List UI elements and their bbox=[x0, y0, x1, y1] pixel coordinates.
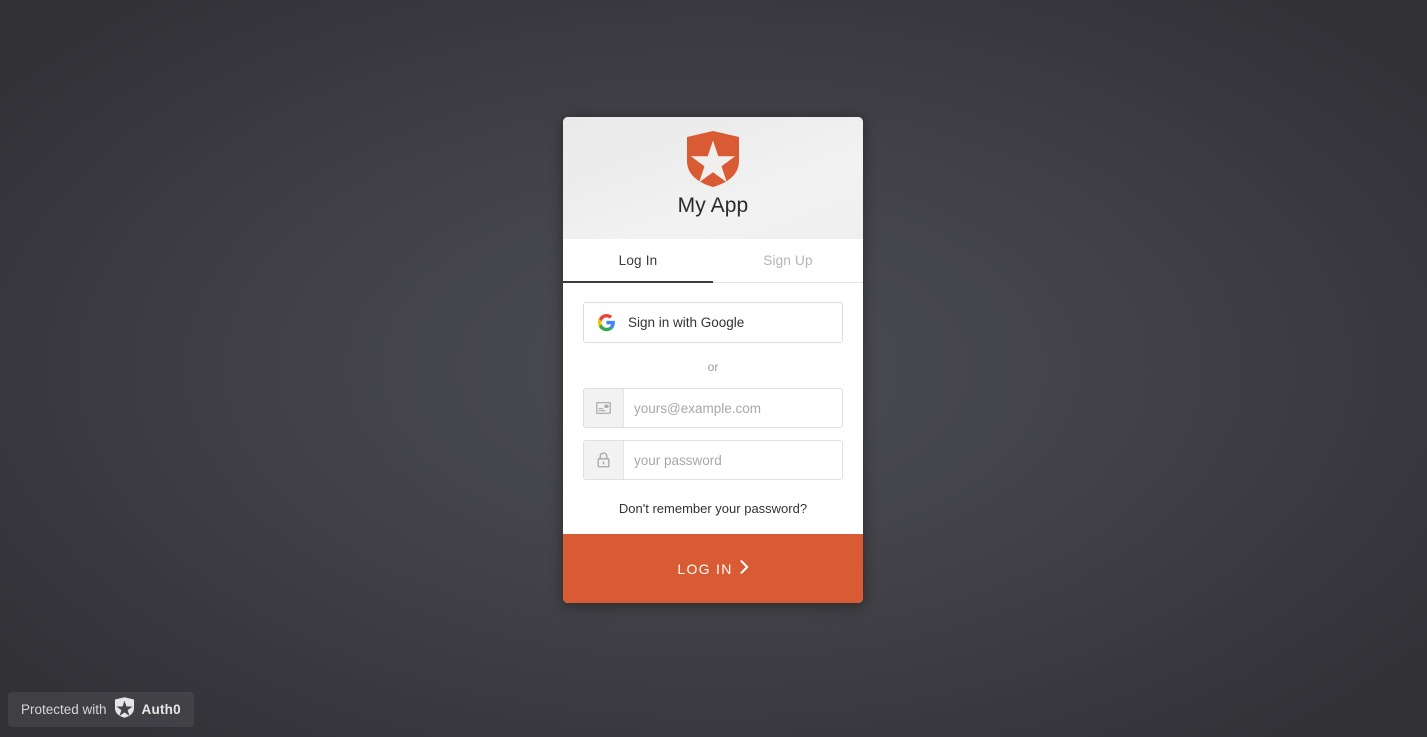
password-input[interactable] bbox=[624, 441, 842, 479]
social-button-label: Sign in with Google bbox=[628, 315, 745, 330]
email-envelope-icon bbox=[584, 389, 624, 427]
protected-with-auth0-badge[interactable]: Protected with Auth0 bbox=[8, 692, 194, 727]
card-header: My App bbox=[563, 117, 863, 239]
lock-padlock-icon bbox=[584, 441, 624, 479]
submit-button-label: LOG IN bbox=[677, 560, 733, 577]
auth0-shield-star-icon bbox=[687, 131, 739, 187]
badge-prefix-label: Protected with bbox=[21, 702, 107, 717]
auth0-shield-star-icon bbox=[114, 696, 134, 723]
sign-in-with-google-button[interactable]: Sign in with Google bbox=[583, 302, 843, 343]
email-input[interactable] bbox=[624, 389, 842, 427]
chevron-right-icon bbox=[740, 560, 749, 577]
password-field-row bbox=[583, 440, 843, 480]
google-g-icon bbox=[584, 313, 628, 332]
log-in-submit-button[interactable]: LOG IN bbox=[563, 534, 863, 603]
email-field-row bbox=[583, 388, 843, 428]
auth-tabs: Log In Sign Up bbox=[563, 239, 863, 283]
tab-sign-up[interactable]: Sign Up bbox=[713, 239, 863, 282]
card-body: Sign in with Google or yours@example.com… bbox=[563, 283, 863, 534]
tab-log-in[interactable]: Log In bbox=[563, 239, 713, 283]
login-card: My App Log In Sign Up Sign in with Googl… bbox=[563, 117, 863, 603]
page-title: My App bbox=[677, 194, 749, 217]
badge-brand-label: Auth0 bbox=[141, 702, 181, 717]
forgot-password-link[interactable]: Don't remember your password? bbox=[583, 492, 843, 534]
or-divider-label: or bbox=[707, 360, 719, 374]
